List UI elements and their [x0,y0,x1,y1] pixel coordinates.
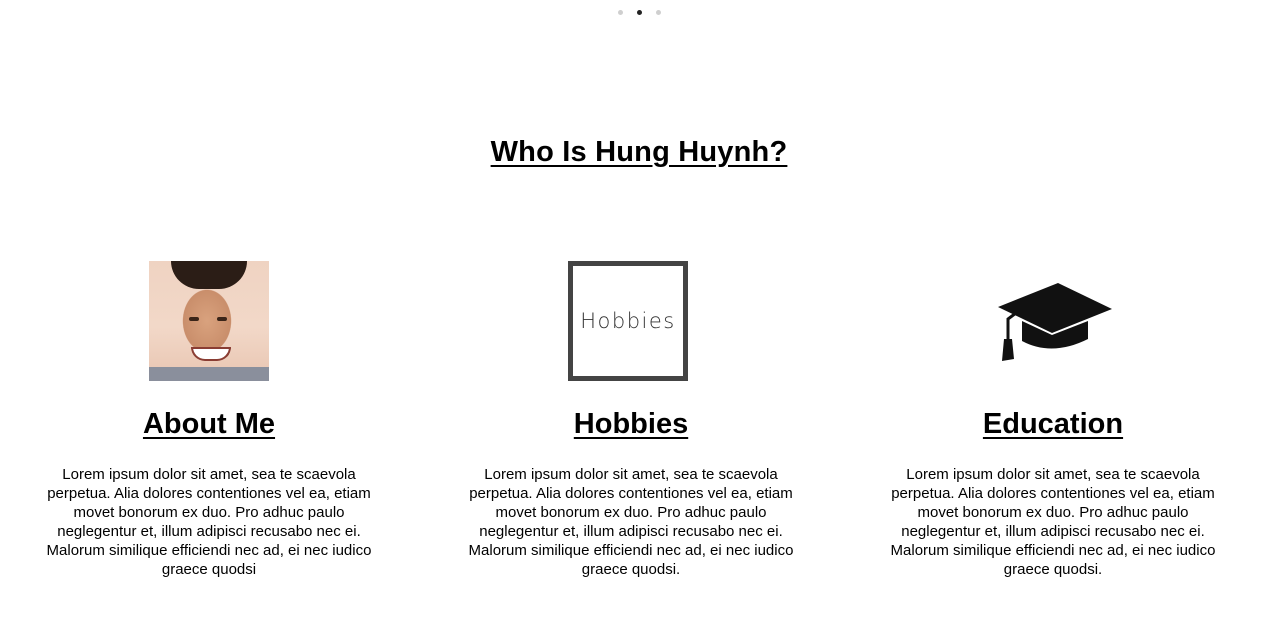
profile-photo [149,261,269,381]
graduation-cap-icon [998,283,1112,361]
hobbies-column: Hobbies Hobbies Lorem ipsum dolor sit am… [456,261,806,579]
education-text: Lorem ipsum dolor sit amet, sea te scaev… [890,465,1216,578]
education-image [993,261,1113,381]
hobbies-text: Lorem ipsum dolor sit amet, sea te scaev… [468,465,794,578]
carousel-dots [0,10,1278,15]
about-me-heading[interactable]: About Me [34,408,384,441]
section-title: Who Is Hung Huynh? [490,136,788,168]
page: Who Is Hung Huynh? About Me Lorem ipsum … [0,0,1278,625]
hobbies-heading[interactable]: Hobbies [456,408,806,441]
about-me-text: Lorem ipsum dolor sit amet, sea te scaev… [46,465,372,578]
education-heading[interactable]: Education [878,408,1228,441]
hobbies-image: Hobbies [568,261,688,381]
carousel-dot-3[interactable] [655,10,661,15]
about-me-column: About Me Lorem ipsum dolor sit amet, sea… [34,261,384,579]
hobbies-image-text: Hobbies [580,309,676,333]
carousel-dot-2[interactable] [636,10,642,15]
education-column: Education Lorem ipsum dolor sit amet, se… [878,261,1228,579]
carousel-dot-1[interactable] [617,10,623,15]
